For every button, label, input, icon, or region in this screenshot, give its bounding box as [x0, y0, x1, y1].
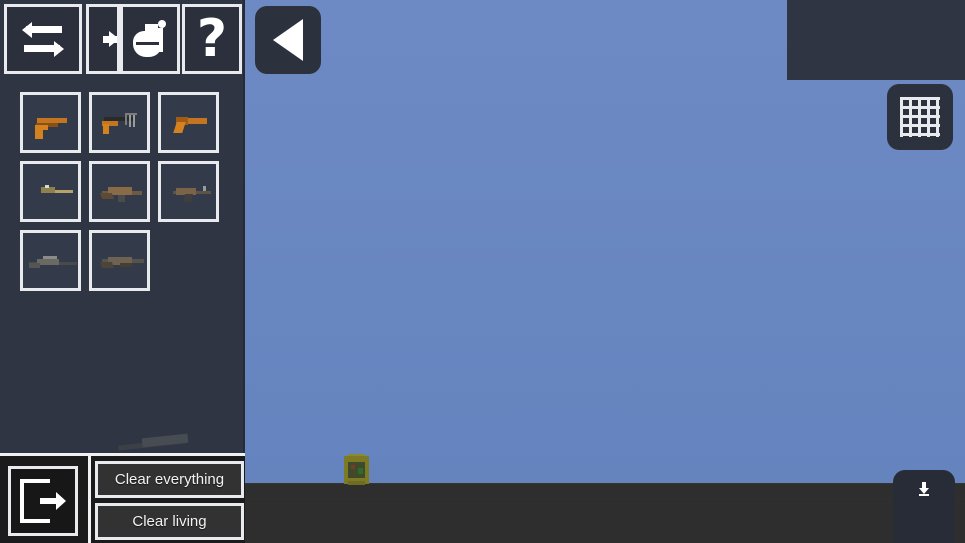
grid-icon	[900, 97, 940, 137]
pistol-icon	[23, 95, 78, 150]
weapon-slot-pistol[interactable]	[20, 92, 81, 153]
dropped-crate-entity[interactable]	[341, 454, 372, 485]
crate-pixel-green	[358, 468, 363, 474]
swap-arrows-icon	[20, 18, 66, 60]
weapon-slot-ak-rifle[interactable]	[158, 161, 219, 222]
grenade-button[interactable]	[120, 4, 180, 74]
clear-living-button[interactable]: Clear living	[95, 503, 244, 540]
ak-rifle-icon	[161, 164, 216, 219]
download-icon	[919, 482, 929, 496]
weapon-slot-sniper-rifle[interactable]	[20, 230, 81, 291]
sawn-off-icon	[161, 95, 216, 150]
sidebar-toolbar: ?	[0, 0, 245, 78]
clear-everything-button[interactable]: Clear everything	[95, 461, 244, 498]
sniper-rifle-icon	[23, 233, 78, 288]
weapon-slot-assault-rifle[interactable]	[89, 161, 150, 222]
clear-button-group: Clear everything Clear living	[88, 456, 245, 543]
smg-icon	[92, 95, 147, 150]
weapon-slot-partially-hidden[interactable]	[112, 430, 192, 453]
question-mark-icon: ?	[196, 9, 228, 69]
pump-shotgun-icon	[92, 233, 147, 288]
weapon-slot-carbine[interactable]	[20, 161, 81, 222]
exit-button[interactable]	[8, 466, 78, 536]
grenade-icon	[130, 18, 170, 60]
play-left-icon	[273, 19, 303, 61]
weapon-grid	[20, 92, 220, 291]
download-button[interactable]	[893, 470, 955, 543]
crate-bottom-cap	[348, 481, 365, 485]
swap-button[interactable]	[4, 4, 82, 74]
carbine-icon	[23, 164, 78, 219]
weapon-slot-sawn-off[interactable]	[158, 92, 219, 153]
exit-door-icon	[20, 479, 66, 523]
weapon-slot-smg[interactable]	[89, 92, 150, 153]
weapon-sidebar: ?	[0, 0, 245, 453]
crate-pixel-red	[351, 465, 355, 469]
help-button[interactable]: ?	[182, 4, 242, 74]
weapon-slot-pump-shotgun[interactable]	[89, 230, 150, 291]
next-button[interactable]	[86, 4, 120, 74]
transport-controls	[787, 0, 965, 80]
arrow-right-icon	[103, 30, 117, 48]
assault-rifle-icon	[92, 164, 147, 219]
back-button[interactable]	[255, 6, 321, 74]
bottom-action-panel: Clear everything Clear living	[0, 453, 245, 543]
grid-button[interactable]	[887, 84, 953, 150]
